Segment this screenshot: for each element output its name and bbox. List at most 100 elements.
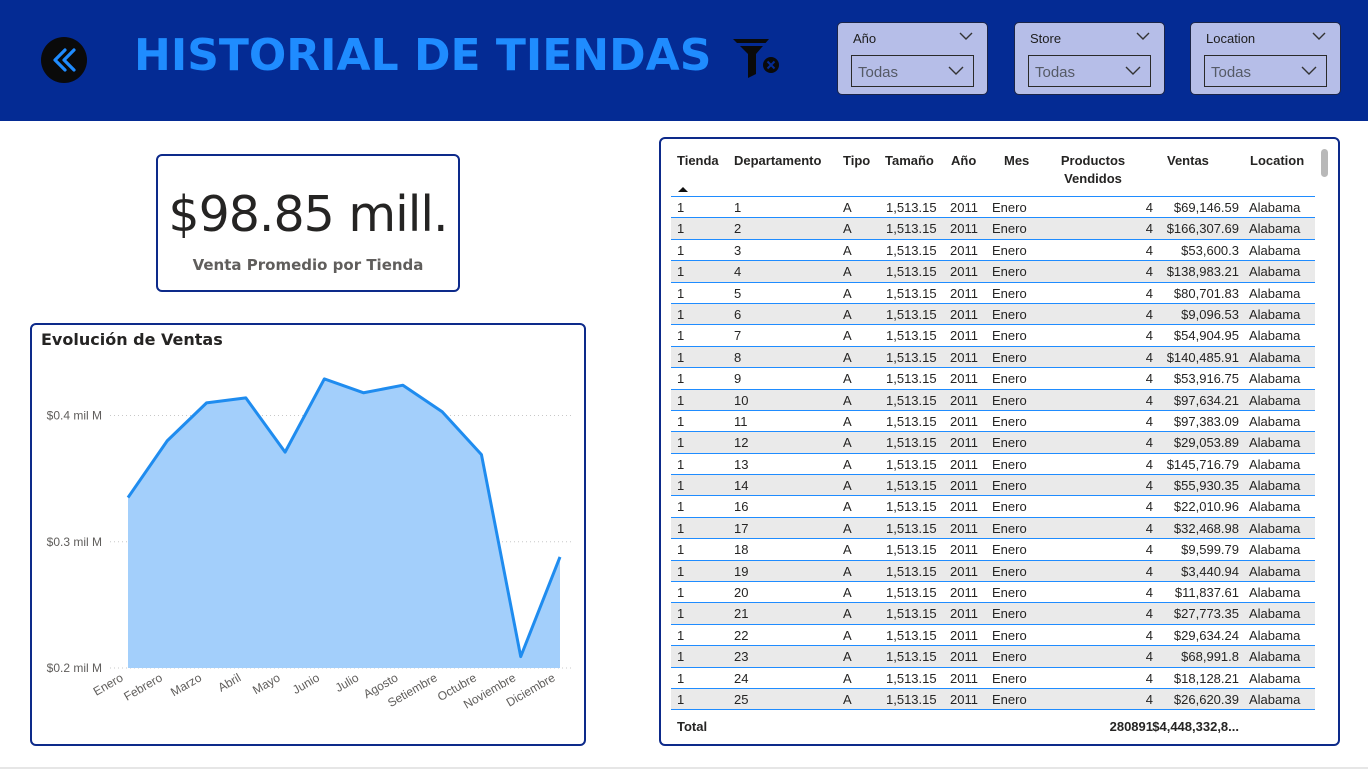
data-point[interactable] — [320, 375, 328, 383]
cell-ano: 2011 — [950, 328, 978, 344]
table-row[interactable]: 1 20 A 1,513.15 2011 Enero 4 $11,837.61 Alabama — [671, 582, 1315, 604]
table-row[interactable]: 1 10 A 1,513.15 2011 Enero 4 $97,634.21 Alabama — [671, 389, 1315, 411]
table-row[interactable]: 1 5 A 1,513.15 2011 Enero 4 $80,701.83 Alabama — [671, 283, 1315, 304]
filter-clear-icon — [733, 39, 779, 78]
table-row[interactable]: 1 8 A 1,513.15 2011 Enero 4 $140,485.91 Alabama — [671, 346, 1315, 369]
total-label: Total — [677, 719, 708, 734]
cell-ventas: $22,010.96 — [1173, 499, 1239, 515]
column-header-mes[interactable]: Mes — [1004, 152, 1029, 170]
table-row[interactable]: 1 16 A 1,513.15 2011 Enero 4 $22,010.96 Alabama — [671, 496, 1315, 518]
column-header-productos-vendidos[interactable]: Productos Vendidos — [1049, 152, 1137, 188]
cell-departamento: 14 — [734, 478, 749, 494]
clear-filters-button[interactable] — [730, 36, 782, 82]
cell-ventas: $27,773.35 — [1173, 606, 1239, 622]
column-header-location[interactable]: Location — [1250, 152, 1304, 170]
cell-departamento: 1 — [734, 200, 742, 215]
data-point[interactable] — [281, 448, 289, 456]
data-point[interactable] — [203, 399, 211, 407]
table-row[interactable]: 1 17 A 1,513.15 2011 Enero 4 $32,468.98 Alabama — [671, 517, 1315, 540]
slicer-location[interactable]: Location Todas — [1190, 22, 1341, 95]
kpi-card: $98.85 mill. Venta Promedio por Tienda — [156, 154, 460, 292]
table-row[interactable]: 1 7 A 1,513.15 2011 Enero 4 $54,904.95 Alabama — [671, 325, 1315, 347]
table-row[interactable]: 1 24 A 1,513.15 2011 Enero 4 $18,128.21 Alabama — [671, 668, 1315, 689]
table-row[interactable]: 1 14 A 1,513.15 2011 Enero 4 $55,930.35 Alabama — [671, 475, 1315, 497]
data-point[interactable] — [124, 494, 132, 502]
cell-ventas: $18,128.21 — [1173, 670, 1239, 686]
cell-location: Alabama — [1249, 328, 1301, 344]
cell-location: Alabama — [1249, 456, 1301, 472]
slicer-store-label: Store — [1030, 31, 1062, 46]
cell-tipo: A — [843, 456, 852, 472]
cell-tipo: A — [843, 627, 852, 643]
cell-location: Alabama — [1249, 691, 1301, 707]
cell-ano: 2011 — [950, 264, 978, 280]
data-point[interactable] — [360, 389, 368, 397]
table-row[interactable]: 1 3 A 1,513.15 2011 Enero 4 $53,600.3 Alabama — [671, 240, 1315, 262]
cell-departamento: 23 — [734, 649, 749, 665]
data-point[interactable] — [163, 437, 171, 445]
column-header-departamento[interactable]: Departamento — [734, 152, 821, 170]
cell-tipo: A — [843, 606, 852, 622]
cell-departamento: 4 — [734, 264, 742, 280]
cell-mes: Enero — [992, 670, 1027, 686]
cell-location: Alabama — [1249, 306, 1301, 322]
cell-ventas: $9,096.53 — [1181, 306, 1239, 322]
slicer-store[interactable]: Store Todas — [1014, 22, 1165, 95]
data-point[interactable] — [517, 653, 525, 661]
cell-location: Alabama — [1249, 542, 1301, 558]
table-row[interactable]: 1 9 A 1,513.15 2011 Enero 4 $53,916.75 Alabama — [671, 368, 1315, 390]
table-row[interactable]: 1 12 A 1,513.15 2011 Enero 4 $29,053.89 Alabama — [671, 432, 1315, 454]
column-header-tienda[interactable]: Tienda — [677, 152, 719, 170]
slicer-year-dropdown[interactable]: Todas — [851, 55, 974, 87]
cell-departamento: 18 — [734, 542, 749, 558]
cell-tienda: 1 — [677, 285, 685, 301]
data-point[interactable] — [556, 553, 564, 561]
back-button[interactable] — [41, 37, 87, 83]
table-row[interactable]: 1 13 A 1,513.15 2011 Enero 4 $145,716.79 Alabama — [671, 454, 1315, 476]
column-header-ano[interactable]: Año — [951, 152, 976, 170]
slicer-location-dropdown[interactable]: Todas — [1204, 55, 1327, 87]
table-row[interactable]: 1 6 A 1,513.15 2011 Enero 4 $9,096.53 Alabama — [671, 303, 1315, 326]
table-row[interactable]: 1 25 A 1,513.15 2011 Enero 4 $26,620.39 Alabama — [671, 688, 1315, 711]
data-point[interactable] — [242, 394, 250, 402]
table-row[interactable]: 1 2 A 1,513.15 2011 Enero 4 $166,307.69 Alabama — [671, 218, 1315, 240]
table-row[interactable]: 1 4 A 1,513.15 2011 Enero 4 $138,983.21 Alabama — [671, 261, 1315, 283]
slicer-store-dropdown[interactable]: Todas — [1028, 55, 1151, 87]
table-row[interactable]: 1 11 A 1,513.15 2011 Enero 4 $97,383.09 Alabama — [671, 411, 1315, 433]
table-row[interactable]: 1 23 A 1,513.15 2011 Enero 4 $68,991.8 Alabama — [671, 646, 1315, 668]
table-row[interactable]: 1 19 A 1,513.15 2011 Enero 4 $3,440.94 Alabama — [671, 560, 1315, 583]
data-point[interactable] — [399, 381, 407, 389]
cell-ano: 2011 — [950, 349, 978, 365]
cell-location: Alabama — [1249, 520, 1301, 536]
data-point[interactable] — [477, 451, 485, 459]
column-header-tipo[interactable]: Tipo — [843, 152, 870, 170]
table-row[interactable]: 1 21 A 1,513.15 2011 Enero 4 $27,773.35 Alabama — [671, 603, 1315, 625]
chevron-down-icon[interactable] — [958, 29, 974, 43]
table-row[interactable]: 1 1 A 1,513.15 2011 Enero 4 $69,146.59 Alabama — [671, 197, 1315, 219]
cell-location: Alabama — [1249, 499, 1301, 515]
data-point[interactable] — [438, 408, 446, 416]
cell-tipo: A — [843, 499, 852, 515]
cell-ano: 2011 — [950, 371, 978, 387]
column-header-ventas[interactable]: Ventas — [1167, 152, 1209, 170]
table-row[interactable]: 1 18 A 1,513.15 2011 Enero 4 $9,599.79 Alabama — [671, 539, 1315, 561]
cell-location: Alabama — [1249, 478, 1301, 494]
total-ventas: $4,448,332,8... — [1152, 719, 1239, 734]
slicer-year[interactable]: Año Todas — [837, 22, 988, 95]
slicer-location-label: Location — [1206, 31, 1256, 46]
x-tick-label: Mayo — [250, 670, 283, 697]
cell-location: Alabama — [1249, 670, 1301, 686]
sort-ascending-icon[interactable] — [677, 185, 689, 193]
table-row[interactable]: 1 22 A 1,513.15 2011 Enero 4 $29,634.24 Alabama — [671, 625, 1315, 647]
cell-ano: 2011 — [950, 285, 978, 301]
sales-table: Tienda Departamento Tipo Tamaño Año Mes … — [659, 137, 1340, 746]
cell-tipo: A — [843, 306, 852, 322]
cell-departamento: 13 — [734, 456, 749, 472]
table-scrollbar[interactable] — [1321, 149, 1328, 177]
column-header-tamano[interactable]: Tamaño — [885, 152, 934, 170]
chevron-down-icon[interactable] — [1311, 29, 1327, 43]
chevron-down-icon[interactable] — [1135, 29, 1151, 43]
cell-tienda: 1 — [677, 349, 685, 365]
cell-departamento: 12 — [734, 435, 749, 451]
cell-mes: Enero — [992, 520, 1027, 536]
